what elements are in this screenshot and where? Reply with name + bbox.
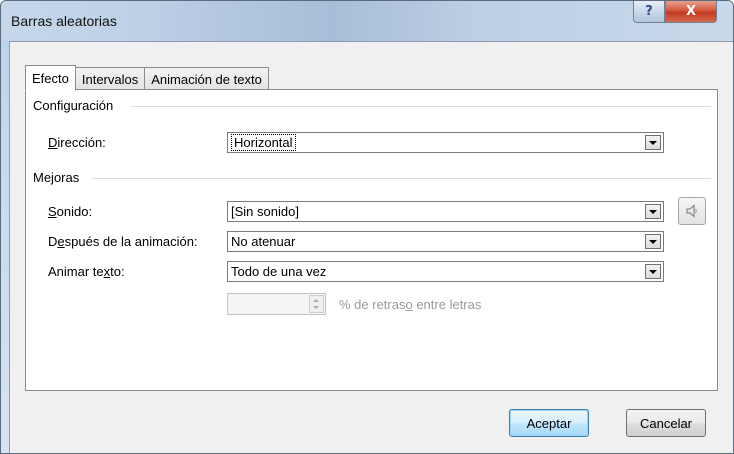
retraso-label: % de retraso entre letras (339, 297, 482, 312)
group-divider (92, 178, 711, 179)
dialog-client-area: Efecto Intervalos Animación de texto Con… (9, 41, 733, 453)
group-title-configuracion: Configuración (33, 98, 114, 113)
sonido-combobox[interactable]: [Sin sonido] (227, 201, 664, 222)
aceptar-button[interactable]: Aceptar (509, 409, 589, 437)
sonido-value: [Sin sonido] (231, 204, 299, 219)
despues-animacion-value: No atenuar (231, 234, 296, 249)
chevron-down-icon[interactable] (645, 264, 661, 279)
close-icon: X (685, 4, 697, 19)
animar-texto-value: Todo de una vez (231, 264, 327, 279)
dialog-window: Barras aleatorias ? X Efecto Intervalos … (0, 0, 734, 454)
direccion-combobox[interactable]: Horizontal (227, 132, 664, 153)
tab-intervalos[interactable]: Intervalos (74, 67, 146, 90)
sonido-label: Sonido: (48, 204, 93, 219)
help-button[interactable]: ? (633, 1, 665, 23)
speaker-icon (686, 204, 697, 218)
help-icon: ? (645, 4, 653, 19)
chevron-down-icon[interactable] (645, 204, 661, 219)
tab-strip: Efecto Intervalos Animación de texto (25, 64, 269, 91)
group-title-mejoras: Mejoras (33, 170, 80, 185)
direccion-value: Horizontal (231, 134, 296, 151)
group-divider (131, 106, 711, 107)
retraso-spinner[interactable] (227, 293, 326, 315)
cancelar-button[interactable]: Cancelar (626, 409, 706, 437)
animar-texto-label: Animar texto: (48, 264, 125, 279)
chevron-down-icon[interactable] (645, 234, 661, 249)
tab-panel-efecto: Configuración Dirección: Horizontal Mejo… (25, 89, 718, 391)
direccion-label: Dirección: (48, 135, 106, 150)
animar-texto-combobox[interactable]: Todo de una vez (227, 261, 664, 282)
despues-animacion-label: Después de la animación: (48, 234, 198, 249)
sound-preview-button[interactable] (678, 197, 706, 225)
close-button[interactable]: X (665, 1, 717, 23)
tab-efecto[interactable]: Efecto (25, 65, 76, 91)
tab-animacion-de-texto[interactable]: Animación de texto (144, 67, 269, 90)
spin-arrows-icon[interactable] (309, 295, 324, 313)
despues-animacion-combobox[interactable]: No atenuar (227, 231, 664, 252)
chevron-down-icon[interactable] (645, 135, 661, 150)
title-bar[interactable]: Barras aleatorias ? X (1, 1, 733, 41)
window-title: Barras aleatorias (11, 13, 117, 29)
